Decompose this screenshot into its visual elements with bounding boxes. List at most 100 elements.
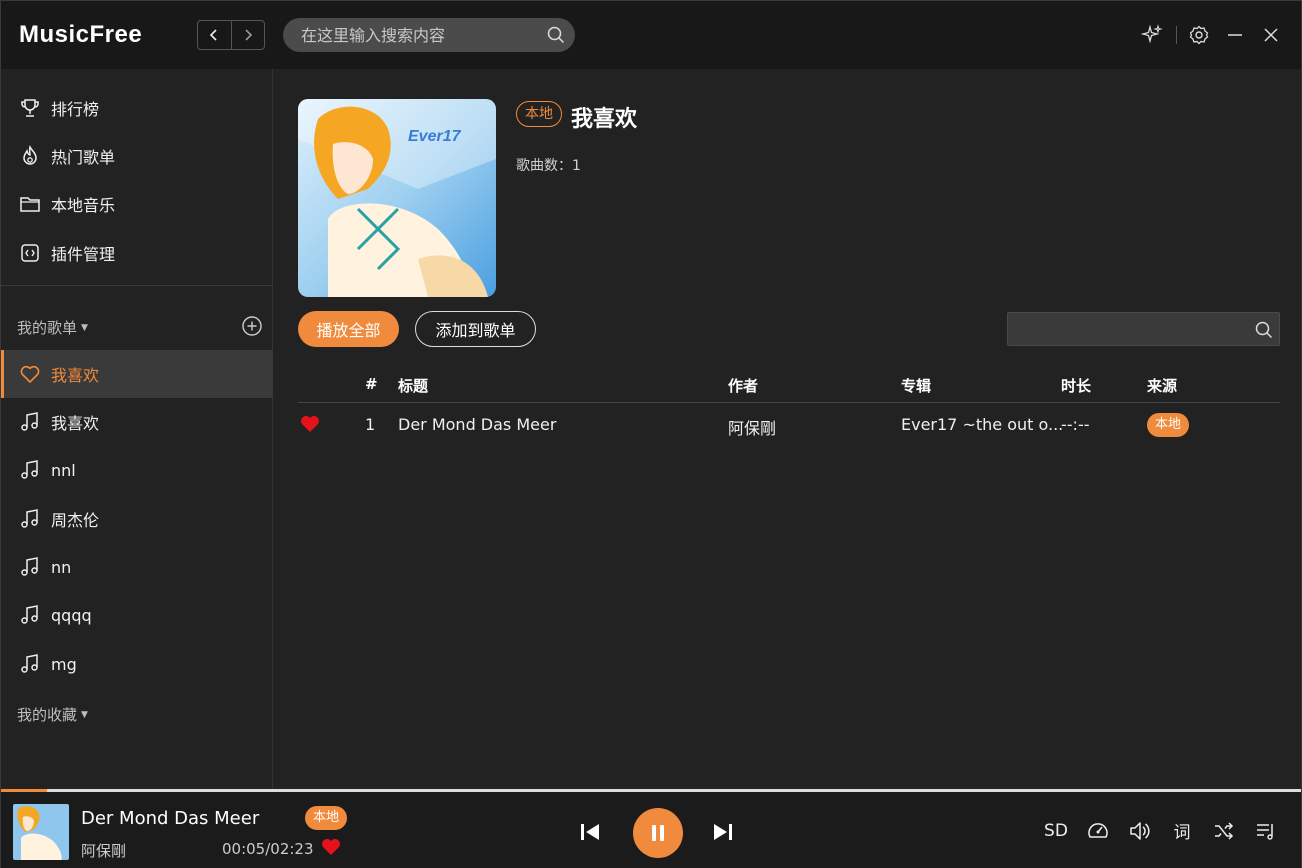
sidebar-divider <box>1 285 273 286</box>
flame-icon <box>23 145 37 165</box>
next-button[interactable] <box>712 822 734 842</box>
shuffle-icon <box>1215 821 1234 840</box>
history-nav <box>197 20 265 50</box>
caret-down-icon: ▼ <box>81 709 88 720</box>
col-album: 专辑 <box>901 377 932 395</box>
player-bar: Der Mond Das Meer 本地 阿保剛 00:05/02:23 SD … <box>1 789 1301 868</box>
sheet-cover-image: Ever17 <box>298 99 496 297</box>
volume-icon <box>1130 821 1150 840</box>
col-index: # <box>365 375 378 393</box>
music-note-icon <box>21 509 38 528</box>
speed-button[interactable] <box>1077 819 1119 843</box>
now-playing-like-button[interactable] <box>321 838 341 860</box>
sheet-title: 我喜欢 <box>571 107 638 132</box>
speedometer-icon <box>1088 822 1108 838</box>
search-input[interactable] <box>301 24 541 46</box>
playlist-button[interactable] <box>1245 819 1287 843</box>
my-collections-label: 我的收藏 <box>17 706 78 724</box>
sidebar-item-ranking[interactable]: 排行榜 <box>1 84 273 132</box>
app-logo: MusicFree <box>19 21 143 48</box>
song-title: Der Mond Das Meer <box>398 415 557 434</box>
song-table-header: # 标题 作者 专辑 时长 来源 <box>298 369 1280 403</box>
music-note-icon <box>21 412 38 431</box>
add-circle-icon <box>242 316 262 336</box>
sheet-detail: Ever17 本地 我喜欢 歌曲数：1 播放全部 添加到歌单 # 标题 作者 专… <box>274 69 1301 789</box>
sidebar-item-label: 插件管理 <box>51 245 116 264</box>
col-duration: 时长 <box>1061 377 1092 395</box>
sidebar: 排行榜 热门歌单 本地音乐 插件管理 我的歌单 ▼ 我喜欢 我喜欢 nnl 周杰… <box>1 69 273 789</box>
back-button[interactable] <box>198 21 231 49</box>
song-album: Ever17 ~the out o... <box>901 415 1064 434</box>
sidebar-item-local-music[interactable]: 本地音乐 <box>1 180 273 228</box>
like-button[interactable] <box>300 415 320 437</box>
gear-icon <box>1189 25 1209 45</box>
title-bar: MusicFree <box>1 1 1301 69</box>
sidebar-sheet-item[interactable]: qqqq <box>1 591 273 639</box>
trophy-icon <box>21 99 39 117</box>
now-playing-cover[interactable] <box>13 804 69 860</box>
my-sheets-header[interactable]: 我的歌单 ▼ <box>17 317 88 338</box>
now-playing-title: Der Mond Das Meer <box>81 808 260 829</box>
sheet-label: nnl <box>51 460 76 480</box>
my-collections-header[interactable]: 我的收藏 ▼ <box>17 704 88 725</box>
quality-button[interactable]: SD <box>1035 821 1077 841</box>
search-box <box>283 18 575 52</box>
forward-button[interactable] <box>230 21 264 49</box>
song-row[interactable]: 1 Der Mond Das Meer 阿保剛 Ever17 ~the out … <box>298 405 1280 445</box>
close-button[interactable] <box>1255 19 1287 51</box>
song-artist: 阿保剛 <box>728 419 777 438</box>
theme-button[interactable] <box>1136 19 1168 51</box>
sidebar-item-label: 本地音乐 <box>51 196 116 215</box>
sheet-label: 我喜欢 <box>51 414 100 433</box>
sheet-filter-input[interactable] <box>1007 312 1280 346</box>
sheet-label: mg <box>51 654 77 674</box>
shuffle-button[interactable] <box>1203 819 1245 843</box>
song-duration: --:-- <box>1061 415 1090 434</box>
minimize-button[interactable] <box>1219 19 1251 51</box>
app-window: MusicFree 在这里输入搜索内容 排行榜 热门歌单 本地音乐 插件管理 我… <box>0 0 1302 868</box>
heart-icon <box>20 365 40 383</box>
now-playing-source-badge: 本地 <box>305 806 348 830</box>
search-icon[interactable] <box>547 26 565 48</box>
sidebar-item-plugins[interactable]: 插件管理 <box>1 229 273 277</box>
sheet-label: 我喜欢 <box>51 366 100 385</box>
player-options: SD 词 <box>1035 818 1287 843</box>
minimize-icon <box>1228 34 1242 36</box>
music-note-icon <box>21 654 38 673</box>
sheet-label: qqqq <box>51 605 92 625</box>
chevron-right-icon <box>245 29 253 41</box>
sheet-source-badge: 本地 <box>516 101 562 127</box>
play-all-button[interactable]: 播放全部 <box>298 311 399 347</box>
pause-button[interactable] <box>633 808 683 858</box>
playback-progress-fill <box>1 789 47 792</box>
sidebar-sheet-item[interactable]: 我喜欢 <box>1 398 273 446</box>
previous-button[interactable] <box>579 822 601 842</box>
sidebar-sheet-item[interactable]: nn <box>1 543 273 591</box>
window-controls <box>1136 1 1301 69</box>
lyrics-button[interactable]: 词 <box>1161 818 1203 843</box>
sheet-label: nn <box>51 557 72 577</box>
volume-button[interactable] <box>1119 819 1161 843</box>
sidebar-item-hot-sheets[interactable]: 热门歌单 <box>1 132 273 180</box>
playback-progress[interactable] <box>1 789 1301 792</box>
settings-button[interactable] <box>1183 19 1215 51</box>
add-to-sheet-button[interactable]: 添加到歌单 <box>415 311 536 347</box>
sidebar-sheet-item[interactable]: nnl <box>1 446 273 494</box>
controls-divider <box>1176 26 1177 44</box>
song-source-badge: 本地 <box>1147 413 1190 437</box>
caret-down-icon: ▼ <box>81 322 88 333</box>
chevron-left-icon <box>210 29 218 41</box>
add-sheet-button[interactable] <box>241 315 263 341</box>
song-index: 1 <box>365 415 376 434</box>
sidebar-sheet-item[interactable]: 周杰伦 <box>1 495 273 543</box>
svg-text:Ever17: Ever17 <box>408 128 462 145</box>
search-icon <box>1255 321 1273 343</box>
heart-filled-icon <box>301 416 319 432</box>
col-source: 来源 <box>1147 377 1178 395</box>
sidebar-sheet-favorites[interactable]: 我喜欢 <box>1 350 273 398</box>
skip-previous-icon <box>581 824 599 840</box>
now-playing-artist: 阿保剛 <box>81 842 127 860</box>
close-icon <box>1264 28 1278 42</box>
sidebar-sheet-item[interactable]: mg <box>1 640 273 688</box>
music-note-icon <box>21 605 38 624</box>
